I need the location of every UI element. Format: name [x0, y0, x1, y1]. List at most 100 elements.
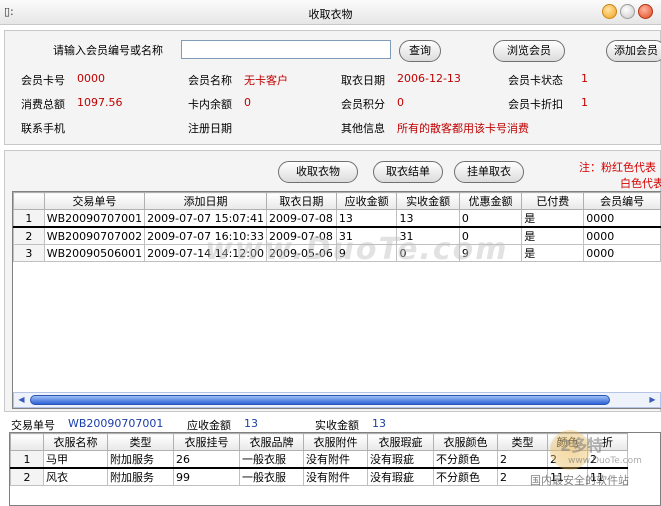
table-row[interactable]: 3 WB20090506001 2009-07-14 14:12:00 2009… — [13, 244, 661, 262]
scroll-right-icon[interactable]: ▶ — [645, 393, 660, 407]
summary-receivable-value: 13 — [244, 417, 258, 430]
item-color-cell[interactable]: 11 — [547, 467, 588, 486]
items-grid[interactable]: 衣服名称 类型 衣服挂号 衣服品牌 衣服附件 衣服瑕疵 衣服颜色 类型 颜色 折… — [9, 432, 661, 506]
items-col-name[interactable]: 衣服名称 — [43, 433, 108, 451]
item-color-cell[interactable]: 2 — [547, 450, 588, 469]
orders-col-order-no[interactable]: 交易单号 — [43, 192, 146, 210]
title-bar: ▯: 收取衣物 — [0, 0, 661, 25]
item-defect-cell[interactable]: 没有瑕疵 — [367, 450, 434, 469]
items-col-accessory[interactable]: 衣服附件 — [303, 433, 368, 451]
receivable-cell[interactable]: 13 — [335, 209, 398, 228]
orders-col-member-no[interactable]: 会员编号 — [583, 192, 661, 210]
discount-cell[interactable]: 0 — [458, 209, 523, 228]
query-button[interactable]: 查询 — [399, 40, 441, 62]
orders-col-discount[interactable]: 优惠金额 — [458, 192, 523, 210]
item-color-name-cell[interactable]: 不分颜色 — [433, 467, 498, 486]
orders-grid[interactable]: 交易单号 添加日期 取衣日期 应收金额 实收金额 优惠金额 已付费 会员编号 1… — [12, 191, 661, 409]
row-number: 1 — [10, 450, 44, 469]
received-cell[interactable]: 0 — [396, 244, 460, 262]
orders-col-received[interactable]: 实收金额 — [396, 192, 460, 210]
item-name-cell[interactable]: 风衣 — [43, 467, 108, 486]
discount-value: 1 — [581, 96, 588, 109]
receivable-cell[interactable]: 31 — [335, 226, 398, 245]
settle-order-button[interactable]: 取衣结单 — [373, 161, 443, 183]
hold-order-button[interactable]: 挂单取衣 — [454, 161, 524, 183]
browse-members-button[interactable]: 浏览会员 — [493, 40, 565, 62]
order-no-cell[interactable]: WB20090707002 — [43, 226, 146, 245]
item-type-cell[interactable]: 附加服务 — [107, 450, 174, 469]
minimize-button[interactable] — [602, 4, 617, 19]
received-cell[interactable]: 31 — [396, 226, 460, 245]
item-type2-cell[interactable]: 2 — [497, 450, 548, 469]
add-date-cell[interactable]: 2009-07-14 14:12:00 — [144, 244, 267, 262]
member-no-cell[interactable]: 0000 — [583, 209, 661, 228]
orders-col-add-date[interactable]: 添加日期 — [144, 192, 267, 210]
collect-clothes-button[interactable]: 收取衣物 — [278, 161, 358, 183]
discount-cell[interactable]: 9 — [458, 244, 523, 262]
paid-cell[interactable]: 是 — [521, 244, 585, 262]
orders-horizontal-scrollbar[interactable]: ◀ ▶ — [13, 392, 661, 408]
pickup-date-label: 取衣日期 — [341, 74, 385, 87]
row-number: 2 — [10, 467, 44, 486]
item-accessory-cell[interactable]: 没有附件 — [303, 450, 368, 469]
table-row[interactable]: 2 风衣 附加服务 99 一般衣服 没有附件 没有瑕疵 不分颜色 2 11 11 — [10, 467, 628, 486]
item-defect-cell[interactable]: 没有瑕疵 — [367, 467, 434, 486]
receivable-cell[interactable]: 9 — [335, 244, 398, 262]
orders-col-receivable[interactable]: 应收金额 — [335, 192, 398, 210]
card-status-label: 会员卡状态 — [508, 74, 563, 87]
add-date-cell[interactable]: 2009-07-07 16:10:33 — [144, 226, 267, 245]
items-col-type2[interactable]: 类型 — [497, 433, 548, 451]
card-status-value: 1 — [581, 72, 588, 85]
item-discount-cell[interactable]: 11 — [587, 467, 628, 486]
pickup-date-cell[interactable]: 2009-05-06 — [265, 244, 337, 262]
items-col-type[interactable]: 类型 — [107, 433, 174, 451]
total-label: 消费总额 — [21, 98, 65, 111]
orders-col-paid[interactable]: 已付费 — [521, 192, 585, 210]
summary-order-no-label: 交易单号 — [11, 419, 55, 432]
order-no-cell[interactable]: WB20090707001 — [43, 209, 146, 228]
item-brand-cell[interactable]: 一般衣服 — [239, 467, 304, 486]
orders-col-pickup-date[interactable]: 取衣日期 — [265, 192, 337, 210]
table-row[interactable]: 1 WB20090707001 2009-07-07 15:07:41 2009… — [13, 209, 661, 228]
items-col-defect[interactable]: 衣服瑕疵 — [367, 433, 434, 451]
items-col-color[interactable]: 颜色 — [547, 433, 588, 451]
orders-header-row: 交易单号 添加日期 取衣日期 应收金额 实收金额 优惠金额 已付费 会员编号 — [13, 192, 661, 210]
discount-cell[interactable]: 0 — [458, 226, 523, 245]
search-input[interactable] — [181, 40, 391, 59]
item-accessory-cell[interactable]: 没有附件 — [303, 467, 368, 486]
item-discount-cell[interactable]: 2 — [587, 450, 628, 469]
item-color-name-cell[interactable]: 不分颜色 — [433, 450, 498, 469]
add-member-button[interactable]: 添加会员 — [606, 40, 661, 62]
item-brand-cell[interactable]: 一般衣服 — [239, 450, 304, 469]
items-col-tag[interactable]: 衣服挂号 — [173, 433, 240, 451]
add-date-cell[interactable]: 2009-07-07 15:07:41 — [144, 209, 267, 228]
member-no-cell[interactable]: 0000 — [583, 244, 661, 262]
pickup-date-cell[interactable]: 2009-07-08 — [265, 226, 337, 245]
pickup-date-cell[interactable]: 2009-07-08 — [265, 209, 337, 228]
orders-table: 交易单号 添加日期 取衣日期 应收金额 实收金额 优惠金额 已付费 会员编号 1… — [13, 192, 661, 262]
table-row[interactable]: 2 WB20090707002 2009-07-07 16:10:33 2009… — [13, 226, 661, 245]
points-label: 会员积分 — [341, 98, 385, 111]
scrollbar-thumb[interactable] — [30, 395, 610, 405]
item-tag-cell[interactable]: 99 — [173, 467, 240, 486]
items-col-brand[interactable]: 衣服品牌 — [239, 433, 304, 451]
close-button[interactable] — [638, 4, 653, 19]
item-type2-cell[interactable]: 2 — [497, 467, 548, 486]
paid-cell[interactable]: 是 — [521, 209, 585, 228]
paid-cell[interactable]: 是 — [521, 226, 585, 245]
row-number: 1 — [13, 209, 45, 228]
balance-value: 0 — [244, 96, 251, 109]
item-type-cell[interactable]: 附加服务 — [107, 467, 174, 486]
items-col-color-name[interactable]: 衣服颜色 — [433, 433, 498, 451]
other-info-label: 其他信息 — [341, 122, 385, 135]
scroll-left-icon[interactable]: ◀ — [14, 393, 29, 407]
maximize-button[interactable] — [620, 4, 635, 19]
member-name-label: 会员名称 — [188, 74, 232, 87]
item-name-cell[interactable]: 马甲 — [43, 450, 108, 469]
member-no-cell[interactable]: 0000 — [583, 226, 661, 245]
items-col-discount[interactable]: 折 — [587, 433, 628, 451]
received-cell[interactable]: 13 — [396, 209, 460, 228]
item-tag-cell[interactable]: 26 — [173, 450, 240, 469]
order-no-cell[interactable]: WB20090506001 — [43, 244, 146, 262]
table-row[interactable]: 1 马甲 附加服务 26 一般衣服 没有附件 没有瑕疵 不分颜色 2 2 2 — [10, 450, 628, 469]
